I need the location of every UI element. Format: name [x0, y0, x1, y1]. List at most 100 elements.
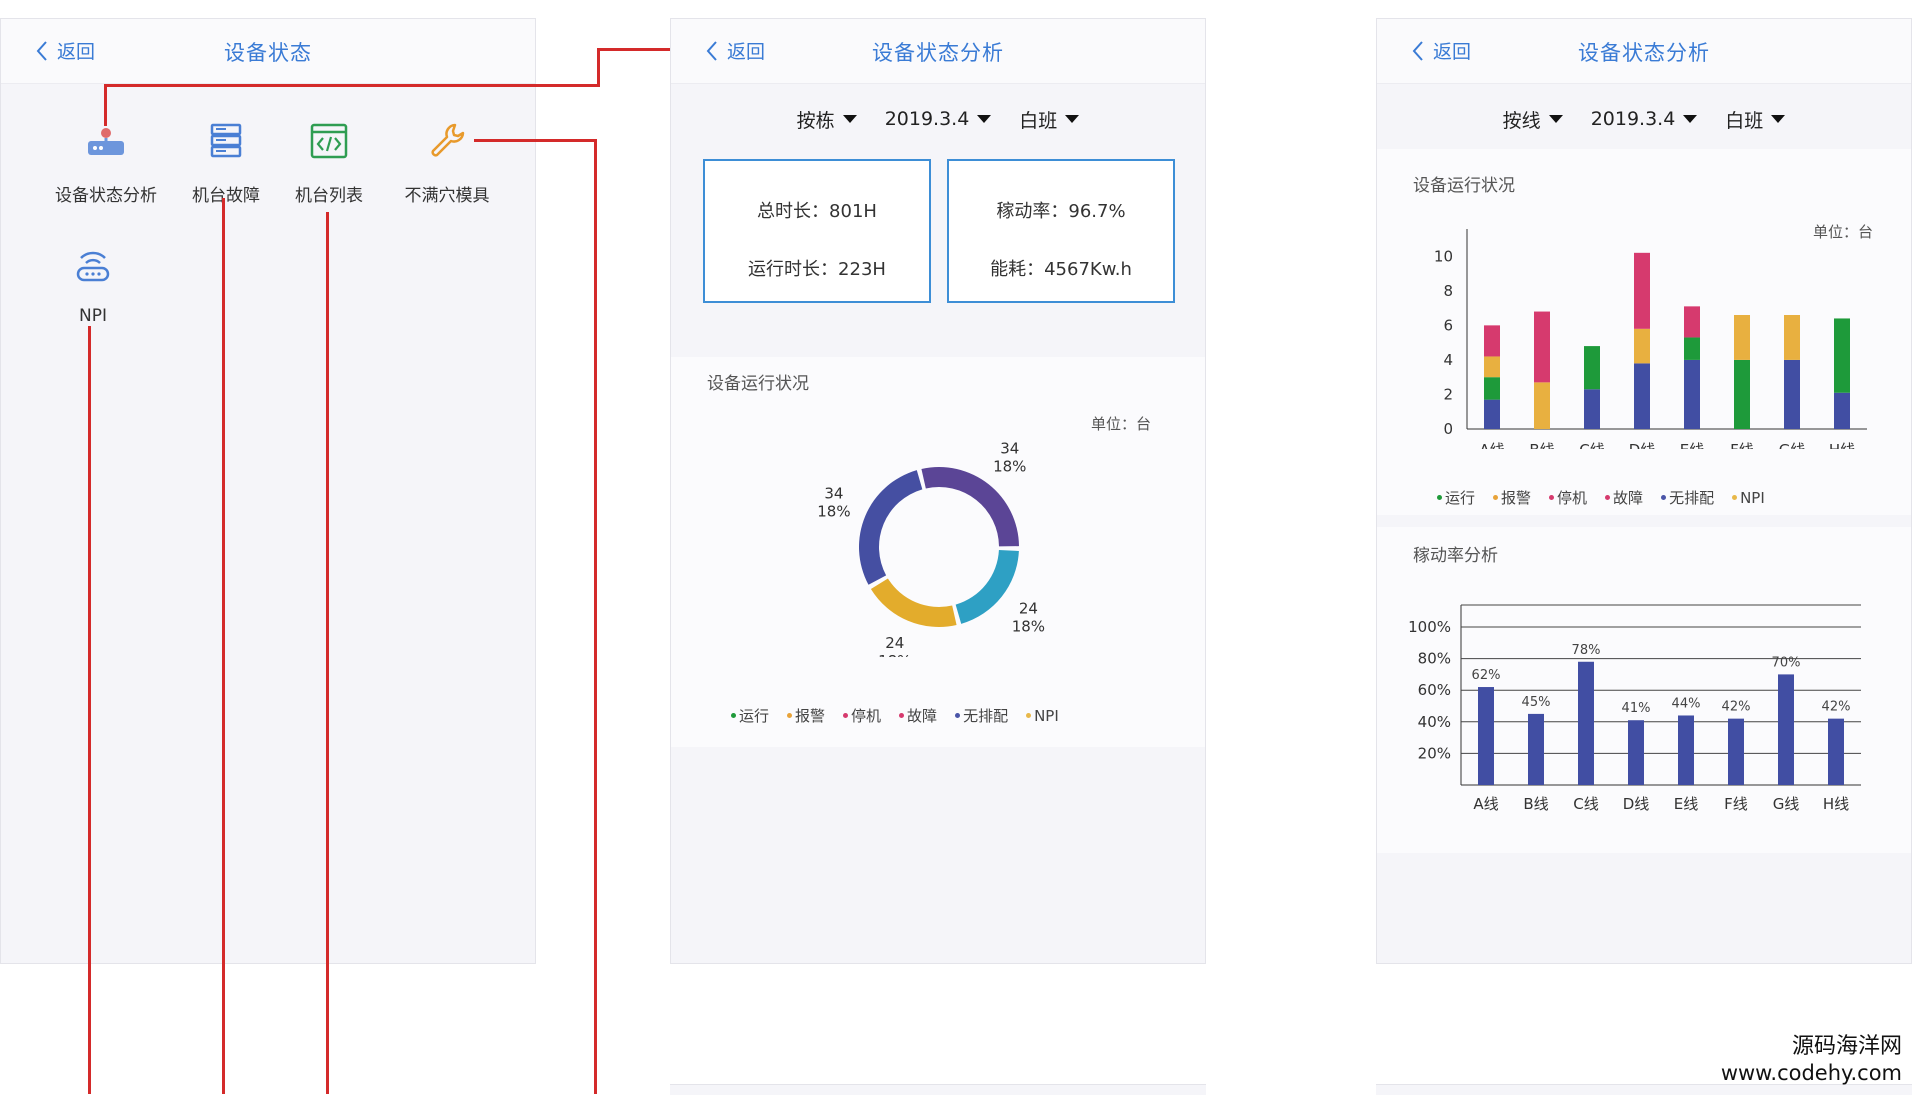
- y-tick-label: 100%: [1408, 618, 1451, 636]
- device-status-card: 设备运行状况 单位：台 0246810A线B线C线D线E线F线G线H线 运行报警…: [1377, 149, 1911, 515]
- stacked-bar-segment: [1784, 315, 1800, 360]
- nav-bar: 返回 设备状态: [1, 19, 535, 84]
- y-tick-label: 4: [1443, 351, 1453, 369]
- stacked-bar-segment: [1534, 382, 1550, 429]
- stacked-bar-segment: [1484, 325, 1500, 357]
- x-tick-label: C线: [1573, 795, 1598, 813]
- legend-label: 停机: [1557, 489, 1588, 507]
- legend: 运行 报警 停机 故障 无排配 NPI: [731, 705, 1059, 726]
- filter-bar: 按栋 2019.3.4 白班: [671, 99, 1205, 139]
- legend-label: NPI: [1034, 706, 1059, 725]
- y-tick-label: 40%: [1418, 713, 1451, 731]
- slice-percent-label: 18%: [1012, 618, 1045, 636]
- menu-item-unfilled-mold[interactable]: 不满穴模具: [377, 119, 517, 206]
- legend-item: 故障: [899, 705, 937, 726]
- caret-down-icon: [1548, 115, 1563, 123]
- x-tick-label: G线: [1779, 441, 1806, 449]
- shift-dropdown[interactable]: 白班: [1725, 99, 1786, 139]
- page-title: 设备状态分析: [1578, 41, 1710, 65]
- stacked-bar-segment: [1734, 359, 1750, 429]
- legend-item: 停机: [1549, 487, 1587, 508]
- stacked-bar-segment: [1484, 399, 1500, 429]
- bar-data-label: 78%: [1572, 643, 1601, 658]
- bar-data-label: 62%: [1472, 668, 1501, 683]
- connector-line: [597, 48, 670, 51]
- y-tick-label: 6: [1443, 316, 1453, 334]
- legend-item: 运行: [731, 705, 769, 726]
- x-tick-label: C线: [1579, 441, 1604, 449]
- legend-item: 无排配: [1661, 487, 1714, 508]
- date-dropdown[interactable]: 2019.3.4: [885, 99, 992, 139]
- slice-value-label: 24: [1019, 600, 1038, 618]
- connector-line: [326, 212, 329, 1094]
- menu-label: 设备状态分析: [55, 186, 157, 206]
- nav-bar: 返回 设备状态分析: [1377, 19, 1911, 84]
- caret-down-icon: [842, 115, 857, 123]
- bar-data-label: 44%: [1672, 696, 1701, 711]
- legend-dot: [899, 713, 905, 718]
- legend-item: 停机: [843, 705, 881, 726]
- y-tick-label: 10: [1434, 247, 1453, 265]
- bar-data-label: 70%: [1772, 655, 1801, 670]
- menu-label: NPI: [79, 306, 107, 326]
- stacked-bar-segment: [1684, 306, 1700, 338]
- watermark-line1: 源码海洋网: [1791, 1034, 1902, 1059]
- stacked-bar-segment: [1834, 318, 1850, 393]
- dropdown-value: 白班: [1019, 109, 1058, 132]
- run-duration: 运行时长：223H: [748, 259, 886, 280]
- menu-item-npi[interactable]: NPI: [23, 244, 163, 326]
- shift-dropdown[interactable]: 白班: [1019, 99, 1080, 139]
- dropdown-value: 白班: [1725, 109, 1764, 132]
- connector-line: [222, 198, 225, 1094]
- utilization-card: 稼动率分析 20% 40% 60% 80% 100% 62% A线 45% B线 78% C线 41%…: [1377, 527, 1911, 853]
- watermark-line2: www.codehy.com: [1720, 1061, 1902, 1085]
- next-screen-edge: [670, 1084, 1206, 1095]
- dropdown-value: 2019.3.4: [884, 108, 970, 130]
- legend-dot: [1732, 495, 1738, 500]
- x-tick-label: E线: [1680, 441, 1704, 449]
- x-tick-label: H线: [1823, 795, 1849, 813]
- legend-dot: [1026, 713, 1032, 718]
- utilization-bar: [1678, 715, 1694, 785]
- connector-line: [474, 139, 596, 142]
- legend-item: NPI: [1026, 705, 1059, 726]
- section-title: 设备运行状况: [1413, 176, 1515, 196]
- bar-data-label: 42%: [1822, 700, 1851, 715]
- y-tick-label: 60%: [1418, 681, 1451, 699]
- watermark: 源码海洋网 www.codehy.com: [1721, 1034, 1902, 1086]
- device-status-card: 设备运行状况 单位：台 3418%2418%2418%3418% 运行报警停机故…: [671, 357, 1205, 747]
- legend-label: 故障: [1613, 489, 1644, 507]
- y-tick-label: 2: [1443, 385, 1453, 403]
- energy: 能耗：4567Kw.h: [990, 259, 1132, 280]
- caret-down-icon: [977, 115, 992, 123]
- bar-data-label: 41%: [1622, 701, 1651, 716]
- status-analysis-by-line-screen: 返回 设备状态分析 按线 2019.3.4 白班 设备运行状况 单位：台 024…: [1376, 18, 1912, 964]
- utilization: 稼动率：96.7%: [996, 201, 1126, 222]
- bar-data-label: 42%: [1722, 700, 1751, 715]
- stacked-bar-segment: [1484, 377, 1500, 400]
- stacked-bar-segment: [1684, 337, 1700, 360]
- connector-line: [88, 326, 91, 1094]
- donut-slice: [870, 578, 957, 627]
- group-by-dropdown[interactable]: 按线: [1503, 99, 1563, 139]
- x-tick-label: B线: [1523, 795, 1548, 813]
- connector-line: [597, 48, 600, 87]
- x-tick-label: G线: [1773, 795, 1800, 813]
- legend-dot: [843, 713, 849, 718]
- legend-dot: [1605, 495, 1611, 500]
- x-tick-label: F线: [1730, 441, 1754, 449]
- stat-box-duration: 总时长：801H 运行时长：223H: [703, 159, 931, 303]
- legend-dot: [787, 713, 793, 718]
- legend-label: 运行: [1445, 489, 1476, 507]
- stacked-bar-segment: [1684, 359, 1700, 429]
- slice-percent-label: 18%: [878, 652, 911, 657]
- caret-down-icon: [1771, 115, 1786, 123]
- legend-label: 报警: [1501, 489, 1532, 507]
- date-dropdown[interactable]: 2019.3.4: [1591, 99, 1698, 139]
- utilization-bar: [1478, 687, 1494, 785]
- menu-item-status-analysis[interactable]: 设备状态分析: [36, 119, 176, 206]
- legend-label: NPI: [1740, 488, 1765, 507]
- group-by-dropdown[interactable]: 按栋: [797, 99, 857, 139]
- server-icon: [210, 123, 242, 158]
- x-tick-label: H线: [1829, 441, 1855, 449]
